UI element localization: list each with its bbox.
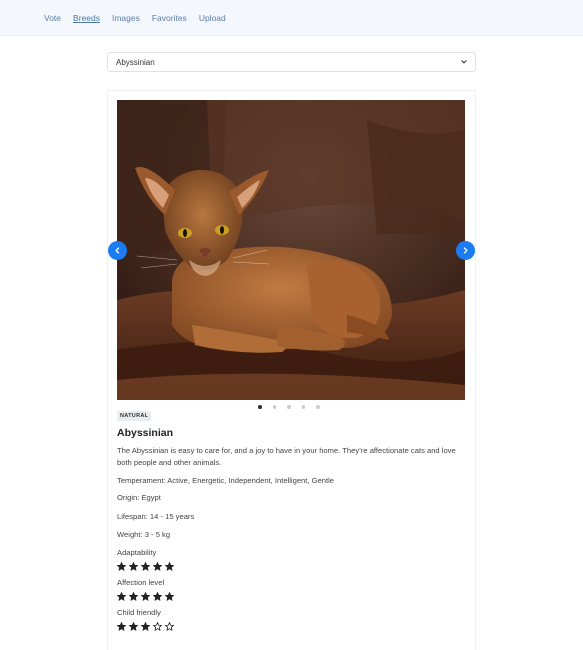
star-filled-icon [129, 622, 138, 631]
breed-lifespan: Lifespan: 14 - 15 years [117, 512, 195, 521]
carousel-indicators [258, 405, 320, 409]
breed-origin: Origin: Egypt [117, 493, 161, 502]
breed-select[interactable]: Abyssinian [107, 52, 476, 72]
breed-name: Abyssinian [117, 427, 174, 439]
carousel-prev-button[interactable] [108, 241, 127, 260]
breed-weight: Weight: 3 - 5 kg [117, 530, 171, 539]
rating-label-affection: Affection level [117, 578, 165, 587]
rating-stars-affection [117, 592, 174, 601]
star-filled-icon [153, 592, 162, 601]
star-filled-icon [129, 562, 138, 571]
star-filled-icon [141, 622, 150, 631]
rating-label-adaptability: Adaptability [117, 548, 157, 557]
breed-select-value: Abyssinian [116, 57, 155, 67]
star-filled-icon [129, 592, 138, 601]
rating-stars-adaptability [117, 562, 174, 571]
carousel-next-button[interactable] [456, 241, 475, 260]
top-navbar: Vote Breeds Images Favorites Upload [0, 0, 583, 36]
star-filled-icon [153, 562, 162, 571]
star-filled-icon [165, 562, 174, 571]
star-filled-icon [141, 562, 150, 571]
carousel-dot[interactable] [258, 405, 262, 409]
nav-link-favorites[interactable]: Favorites [152, 13, 187, 23]
rating-stars-child-friendly [117, 622, 174, 631]
star-filled-icon [141, 592, 150, 601]
origin-type-badge: NATURAL [117, 411, 152, 421]
star-filled-icon [165, 592, 174, 601]
nav-link-breeds[interactable]: Breeds [73, 13, 100, 23]
carousel-dot[interactable] [287, 405, 291, 409]
nav-links: Vote Breeds Images Favorites Upload [44, 13, 226, 23]
chevron-left-icon [115, 247, 120, 254]
nav-link-images[interactable]: Images [112, 13, 140, 23]
star-filled-icon [117, 562, 126, 571]
chevron-down-icon [461, 60, 467, 64]
carousel-dot[interactable] [316, 405, 320, 409]
breed-photo [117, 100, 465, 400]
star-empty-icon [165, 622, 174, 631]
nav-link-vote[interactable]: Vote [44, 13, 61, 23]
breed-description: The Abyssinian is easy to care for, and … [117, 446, 456, 467]
rating-label-child-friendly: Child friendly [117, 608, 161, 617]
star-empty-icon [153, 622, 162, 631]
star-filled-icon [117, 592, 126, 601]
nav-link-upload[interactable]: Upload [199, 13, 226, 23]
breed-temperament: Temperament: Active, Energetic, Independ… [117, 476, 334, 485]
carousel-dot[interactable] [301, 405, 305, 409]
carousel-dot[interactable] [272, 405, 276, 409]
chevron-right-icon [463, 247, 468, 254]
star-filled-icon [117, 622, 126, 631]
